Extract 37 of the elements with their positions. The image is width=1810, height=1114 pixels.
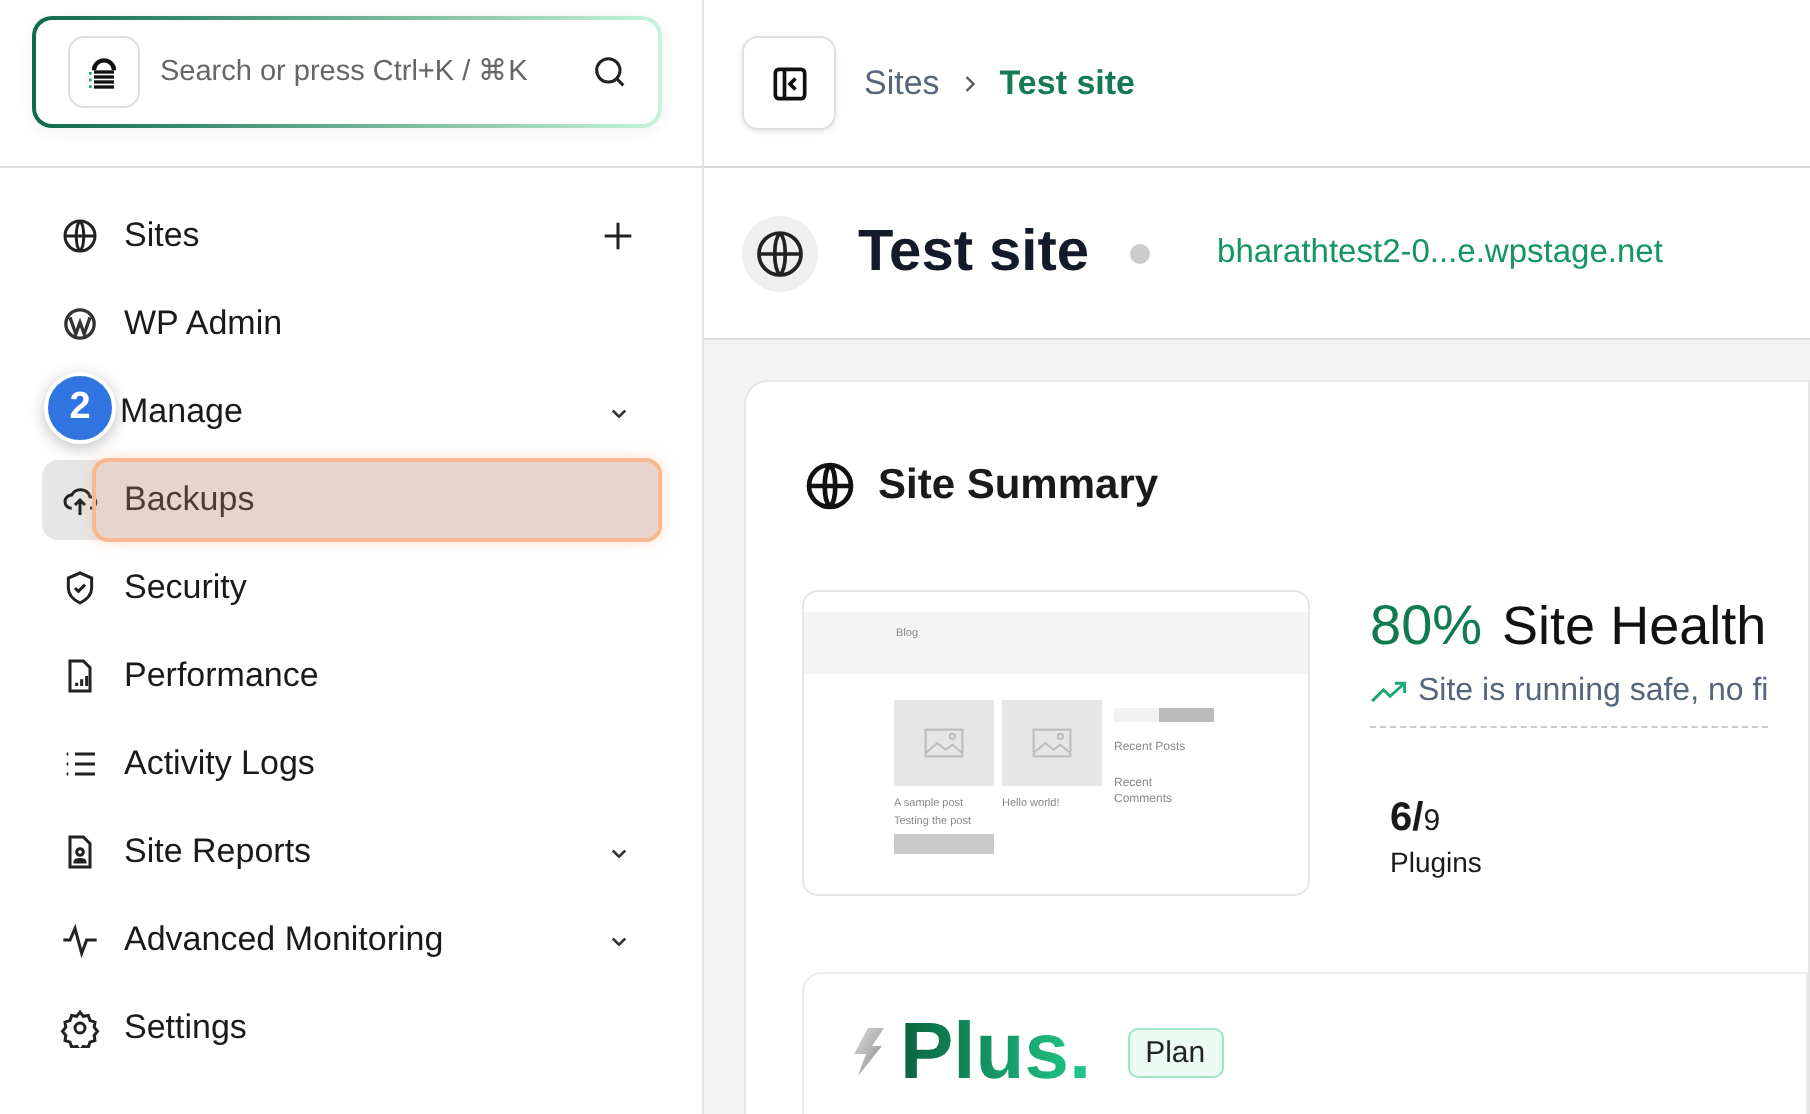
wordpress-icon [60,304,100,344]
site-url-link[interactable]: bharathtest2-0...e.wpstage.net [1217,234,1663,272]
sidebar-item[interactable]: WP Admin [42,284,662,364]
sidebar-item[interactable]: Site Reports [42,812,662,892]
trend-up-icon [1370,679,1410,705]
search-input[interactable]: Search or press Ctrl+K / ⌘K [160,56,570,88]
status-dot [1129,243,1150,263]
health-percent: 80% [1370,594,1483,658]
pulse-icon [60,920,100,960]
sidebar-item[interactable]: Manage [120,372,662,452]
site-title: Test site [858,220,1090,286]
globe-icon [742,215,818,291]
logo-icon [68,36,140,108]
step-badge: 2 [44,372,116,444]
breadcrumb-link[interactable]: Test site [999,63,1136,103]
sidebar-item[interactable]: Performance [42,636,662,716]
plan-badge: Plan [1127,1027,1224,1077]
globe-icon [60,216,100,256]
sidebar-item[interactable]: Backups [42,460,662,540]
sidebar-item[interactable]: Security [42,548,662,628]
sidebar-item[interactable]: Sites [42,196,662,276]
plugins-label: Plugins [1390,846,1484,878]
sidebar-item[interactable]: Settings [42,988,662,1068]
breadcrumb-link[interactable]: Sites [864,63,940,103]
globe-icon [802,458,858,514]
image-placeholder-icon [1002,700,1102,786]
card-title: Site Summary [878,462,1159,510]
lightning-icon [852,1028,884,1076]
sidebar-toggle-button[interactable] [742,36,836,130]
settings-icon [60,1008,100,1048]
sidebar-item[interactable]: Advanced Monitoring [42,900,662,980]
search-icon [590,52,630,92]
health-status: Site is running safe, no fi [1418,674,1769,710]
sidebar-item[interactable]: Activity Logs [42,724,662,804]
image-placeholder-icon [894,700,994,786]
health-label: Site Health [1502,596,1767,658]
plugins-count: 6/9 [1390,796,1443,842]
